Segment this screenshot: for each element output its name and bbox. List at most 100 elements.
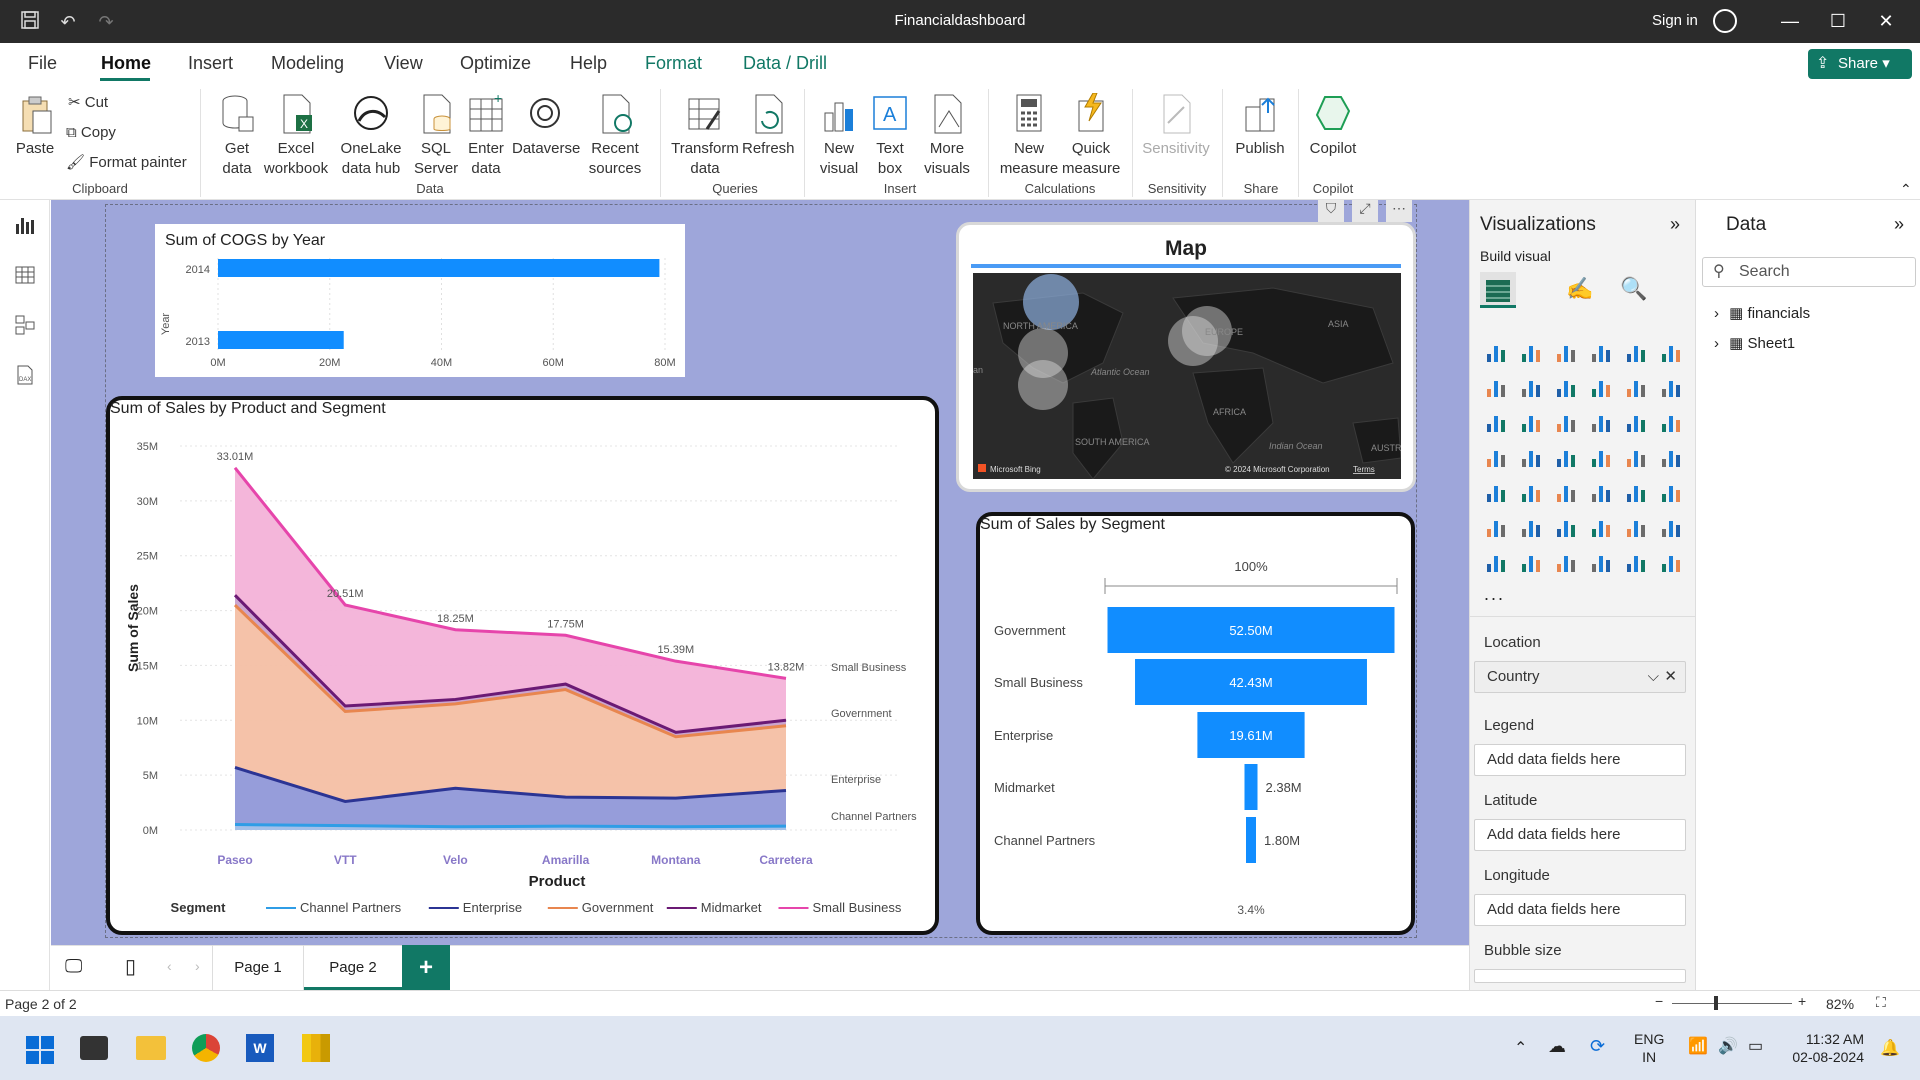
format-visual-icon[interactable]: ✍ [1566, 276, 1593, 302]
power-apps-icon[interactable] [1519, 550, 1543, 574]
dax-query-view-icon[interactable]: DAX [13, 364, 37, 388]
menu-insert[interactable]: Insert [188, 53, 233, 74]
clock[interactable]: 11:32 AM 02-08-2024 [1776, 1030, 1864, 1066]
volume-icon[interactable]: 🔊 [1718, 1036, 1738, 1056]
100-column-icon[interactable] [1659, 340, 1683, 364]
excel-workbook-button[interactable]: X Excel workbook [262, 93, 330, 179]
stacked-area-icon[interactable] [1554, 375, 1578, 399]
zoom-slider[interactable] [1672, 1003, 1792, 1004]
menu-optimize[interactable]: Optimize [460, 53, 531, 74]
r-visual-icon[interactable] [1659, 480, 1683, 504]
transform-data-button[interactable]: Transform data [670, 93, 740, 179]
desktop-layout-icon[interactable]: 🖵 [65, 956, 82, 977]
sensitivity-button[interactable]: Sensitivity [1140, 93, 1212, 159]
collapse-data-icon[interactable]: » [1894, 214, 1904, 235]
tab-page-2[interactable]: Page 2 [304, 945, 402, 990]
new-measure-button[interactable]: New measure [998, 93, 1060, 179]
close-icon[interactable]: ✕ [1874, 9, 1898, 33]
more-options-icon[interactable]: ⋯ [1386, 200, 1412, 222]
add-page-button[interactable]: + [402, 945, 450, 990]
map-terms-link[interactable]: Terms [1353, 465, 1375, 474]
cogs-chart-card[interactable]: Sum of COGS by Year Year 0M 20M 40M 60M 80M 2… [155, 224, 685, 377]
more-visuals-button[interactable]: More visuals [918, 93, 976, 179]
menu-help[interactable]: Help [570, 53, 607, 74]
zoom-slider-thumb[interactable] [1714, 996, 1718, 1010]
dataverse-button[interactable]: Dataverse [512, 93, 580, 159]
copilot-button[interactable]: Copilot [1306, 93, 1360, 159]
chevron-down-icon[interactable]: ⌵ [1648, 662, 1659, 692]
key-influencers-icon[interactable] [1519, 515, 1543, 539]
azure-map-icon[interactable] [1589, 445, 1613, 469]
treemap-icon[interactable] [1484, 445, 1508, 469]
stacked-column-icon[interactable] [1519, 340, 1543, 364]
paginated-icon[interactable] [1484, 550, 1508, 574]
sales-product-segment-card[interactable]: Sum of Sales by Product and Segment Sum … [106, 396, 939, 935]
slicer-icon[interactable] [1554, 480, 1578, 504]
remove-field-icon[interactable]: ✕ [1664, 662, 1677, 692]
scatter-icon[interactable] [1589, 410, 1613, 434]
build-visual-tab[interactable] [1480, 272, 1516, 308]
language-indicator[interactable]: ENG IN [1634, 1030, 1664, 1066]
onelake-button[interactable]: OneLake data hub [333, 93, 409, 179]
latitude-well[interactable]: Add data fields here [1474, 819, 1686, 851]
onedrive-icon[interactable]: ☁ [1548, 1036, 1566, 1057]
notification-bell-icon[interactable]: 🔔 [1880, 1038, 1900, 1058]
refresh-button[interactable]: Refresh [742, 93, 795, 159]
filter-icon[interactable]: ⛉ [1318, 200, 1344, 222]
quick-measure-button[interactable]: Quick measure [1062, 92, 1120, 179]
collapse-visualizations-icon[interactable]: » [1670, 214, 1680, 235]
maximize-icon[interactable]: ☐ [1826, 9, 1850, 33]
kpi-icon[interactable] [1519, 480, 1543, 504]
longitude-well[interactable]: Add data fields here [1474, 894, 1686, 926]
collapse-ribbon-icon[interactable]: ⌃ [1900, 181, 1912, 198]
line-column-2-icon[interactable] [1659, 375, 1683, 399]
pie-icon[interactable] [1624, 410, 1648, 434]
menu-modeling[interactable]: Modeling [271, 53, 344, 74]
chrome-icon[interactable] [192, 1034, 220, 1062]
menu-format[interactable]: Format [645, 53, 702, 74]
smart-narrative-icon[interactable] [1624, 515, 1648, 539]
bubble-size-well[interactable] [1474, 969, 1686, 983]
get-data-button[interactable]: Get data [212, 93, 262, 179]
windows-start-icon[interactable] [26, 1036, 54, 1067]
format-painter-button[interactable]: 🖌 Format painter [66, 153, 187, 173]
python-visual-icon[interactable] [1484, 515, 1508, 539]
table-view-icon[interactable] [13, 264, 37, 288]
clustered-column-icon[interactable] [1589, 340, 1613, 364]
next-page-icon[interactable]: › [195, 958, 200, 974]
more-visuals-ellipsis[interactable]: ... [1484, 584, 1505, 605]
donut-icon[interactable] [1659, 410, 1683, 434]
map-area[interactable]: NORTH AMERICA EUROPE ASIA Atlantic Ocean… [973, 273, 1401, 479]
task-view-icon[interactable] [80, 1036, 108, 1060]
table-icon[interactable] [1589, 480, 1613, 504]
report-view-icon[interactable] [13, 214, 37, 238]
clustered-bar-icon[interactable] [1554, 340, 1578, 364]
analytics-icon[interactable]: 🔍 [1620, 276, 1647, 302]
word-icon[interactable]: W [246, 1034, 274, 1062]
sign-in-link[interactable]: Sign in [1652, 12, 1698, 29]
100-bar-icon[interactable] [1624, 340, 1648, 364]
fit-to-page-icon[interactable]: ⛶ [1876, 994, 1886, 1011]
model-view-icon[interactable] [13, 314, 37, 338]
minimize-icon[interactable]: — [1778, 9, 1802, 33]
waterfall-icon[interactable] [1519, 410, 1543, 434]
publish-button[interactable]: Publish [1232, 93, 1288, 159]
qa-icon[interactable] [1589, 515, 1613, 539]
prev-page-icon[interactable]: ‹ [167, 958, 172, 974]
table-item-financials[interactable]: › ▦ financials [1714, 304, 1810, 322]
legend-well[interactable]: Add data fields here [1474, 744, 1686, 776]
copilot-narrative-icon[interactable] [1624, 550, 1648, 574]
card-icon[interactable] [1659, 445, 1683, 469]
search-input[interactable]: ⚲ Search [1702, 257, 1916, 287]
line-column-icon[interactable] [1624, 375, 1648, 399]
metrics-icon[interactable] [1589, 550, 1613, 574]
power-bi-icon[interactable] [302, 1034, 330, 1062]
file-explorer-icon[interactable] [136, 1036, 166, 1060]
menu-file[interactable]: File [28, 53, 57, 74]
avatar-icon[interactable] [1713, 9, 1737, 33]
recent-sources-button[interactable]: Recent sources [584, 93, 646, 179]
funnel-icon[interactable] [1554, 410, 1578, 434]
paste-button[interactable]: Paste [12, 93, 58, 159]
area-icon[interactable] [1519, 375, 1543, 399]
zoom-in-icon[interactable]: + [1798, 993, 1806, 1009]
